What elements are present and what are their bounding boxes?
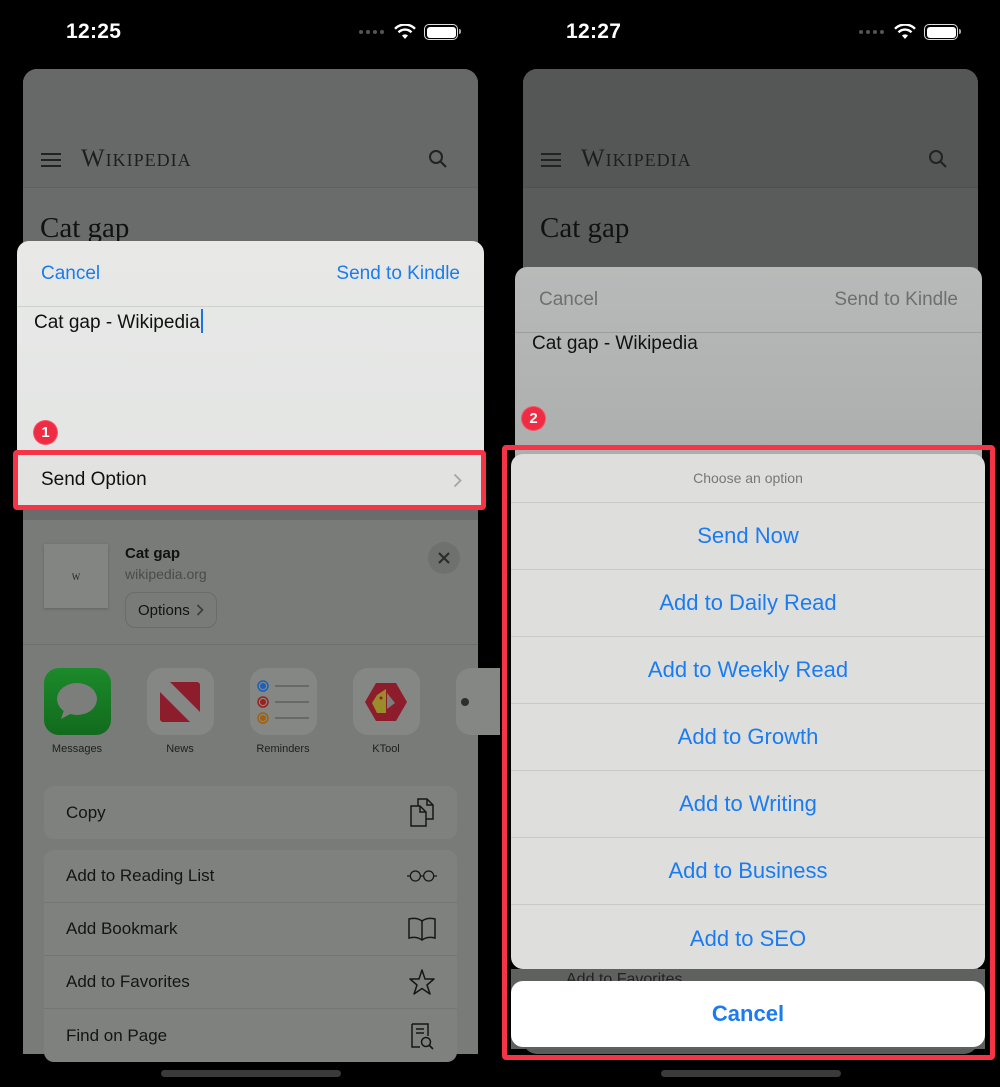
send-option-row[interactable]: Send Option: [17, 458, 484, 502]
search-icon: [929, 150, 947, 168]
share-app-more[interactable]: [444, 668, 500, 735]
step-badge-2: 2: [521, 406, 546, 431]
phone-screen-left: 12:25 Wikipedia Cat gap W Cat gap wikipe…: [0, 0, 500, 1087]
search-icon: [429, 150, 447, 168]
wikipedia-logo: Wikipedia: [581, 145, 692, 172]
cancel-button[interactable]: Cancel: [539, 289, 598, 311]
more-app-icon: [455, 668, 500, 735]
action-add-bookmark[interactable]: Add Bookmark: [44, 903, 457, 956]
copy-icon: [407, 797, 437, 828]
cellular-dots-icon: [859, 30, 884, 34]
wikipedia-logo: Wikipedia: [81, 145, 192, 172]
action-group-primary: Copy: [44, 786, 457, 839]
news-icon: [146, 668, 214, 735]
close-icon: [438, 552, 450, 564]
wiki-header: Wikipedia: [23, 69, 478, 188]
status-icons: [859, 24, 961, 40]
status-time: 12:25: [66, 20, 122, 43]
text-caret: [200, 309, 203, 333]
action-sheet-title: Choose an option: [511, 454, 985, 503]
action-copy[interactable]: Copy: [44, 786, 457, 839]
option-add-to-writing[interactable]: Add to Writing: [511, 771, 985, 838]
link-thumbnail: W: [44, 544, 108, 608]
share-app-ktool[interactable]: KTool: [341, 668, 431, 755]
article-title: Cat gap: [540, 212, 630, 244]
option-add-to-daily-read[interactable]: Add to Daily Read: [511, 570, 985, 637]
glasses-icon: [407, 861, 437, 891]
status-time: 12:27: [566, 20, 622, 43]
find-on-page-icon: [407, 1021, 437, 1051]
chevron-right-icon: [196, 604, 204, 616]
messages-icon: [43, 668, 111, 735]
compose-text-field[interactable]: Cat gap - Wikipedia: [532, 333, 698, 355]
step-badge-1: 1: [33, 420, 58, 445]
link-title: Cat gap: [125, 545, 181, 562]
action-sheet-cancel-button[interactable]: Cancel: [511, 981, 985, 1047]
battery-icon: [424, 24, 461, 40]
share-sheet: W Cat gap wikipedia.org Options Messages: [23, 520, 500, 1062]
option-add-to-weekly-read[interactable]: Add to Weekly Read: [511, 637, 985, 704]
option-add-to-growth[interactable]: Add to Growth: [511, 704, 985, 771]
share-app-reminders[interactable]: Reminders: [238, 668, 328, 755]
wifi-icon: [394, 24, 416, 39]
home-indicator: [661, 1070, 841, 1077]
option-send-now[interactable]: Send Now: [511, 503, 985, 570]
wifi-icon: [894, 24, 916, 39]
reminders-icon: [249, 668, 317, 735]
chevron-right-icon: [453, 473, 462, 487]
cellular-dots-icon: [359, 30, 384, 34]
option-add-to-seo[interactable]: Add to SEO: [511, 905, 985, 969]
hamburger-menu-icon: [41, 153, 61, 167]
action-add-to-favorites[interactable]: Add to Favorites: [44, 956, 457, 1009]
book-icon: [407, 914, 437, 944]
send-to-kindle-button[interactable]: Send to Kindle: [336, 263, 460, 285]
choose-option-action-sheet: Choose an option Send Now Add to Daily R…: [511, 454, 985, 969]
action-find-on-page[interactable]: Find on Page: [44, 1009, 457, 1062]
options-button[interactable]: Options: [125, 592, 217, 628]
share-apps-row: Messages News Reminders KTool: [23, 668, 500, 768]
ktool-icon: [352, 668, 420, 735]
action-group-secondary: Add to Reading List Add Bookmark Add to …: [44, 850, 457, 1062]
link-preview: W Cat gap wikipedia.org Options: [23, 520, 478, 645]
share-app-news[interactable]: News: [135, 668, 225, 755]
option-add-to-business[interactable]: Add to Business: [511, 838, 985, 905]
send-to-kindle-button[interactable]: Send to Kindle: [834, 289, 958, 311]
wiki-header: Wikipedia: [523, 69, 978, 188]
share-app-messages[interactable]: Messages: [32, 668, 122, 755]
compose-nav-bar: Cancel Send to Kindle: [515, 267, 982, 333]
hamburger-menu-icon: [541, 153, 561, 167]
close-share-button[interactable]: [428, 542, 460, 574]
action-add-to-reading-list[interactable]: Add to Reading List: [44, 850, 457, 903]
battery-icon: [924, 24, 961, 40]
link-domain: wikipedia.org: [125, 566, 207, 582]
compose-text-field[interactable]: Cat gap - Wikipedia: [34, 309, 203, 334]
compose-nav-bar: Cancel Send to Kindle: [17, 241, 484, 307]
home-indicator: [161, 1070, 341, 1077]
status-icons: [359, 24, 461, 40]
star-icon: [407, 967, 437, 997]
cancel-button[interactable]: Cancel: [41, 263, 100, 285]
